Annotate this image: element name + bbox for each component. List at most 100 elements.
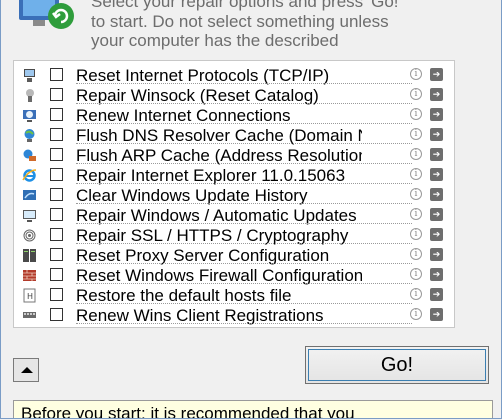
repair-item-label: Repair Windows / Automatic Updates: [76, 206, 357, 225]
repair-item-internet-explorer[interactable]: Repair Internet Explorer 11.0.15063 i ➔: [14, 165, 454, 185]
info-icon[interactable]: i: [410, 248, 422, 260]
repair-item-label: Flush ARP Cache (Address Resolution Prot…: [76, 146, 362, 165]
firewall-icon: [23, 270, 36, 281]
repair-item-flush-arp[interactable]: Flush ARP Cache (Address Resolution Prot…: [14, 145, 454, 165]
arrow-right-icon[interactable]: ➔: [430, 68, 443, 81]
checkbox[interactable]: [50, 308, 63, 321]
checkbox[interactable]: [50, 168, 63, 181]
triangle-up-icon: [21, 367, 33, 373]
info-icon[interactable]: i: [410, 288, 422, 300]
row-separator: [76, 203, 412, 204]
repair-item-flush-dns[interactable]: Flush DNS Resolver Cache (Domain Name Sy…: [14, 125, 454, 145]
checkbox[interactable]: [50, 268, 63, 281]
repair-item-ssl-https[interactable]: Repair SSL / HTTPS / Cryptography i ➔: [14, 225, 454, 245]
repair-item-label: Reset Internet Protocols (TCP/IP): [76, 66, 330, 85]
globe-monitor-icon: [23, 110, 36, 122]
collapse-button[interactable]: [13, 358, 39, 382]
info-icon[interactable]: i: [410, 148, 422, 160]
arrow-right-icon[interactable]: ➔: [430, 88, 443, 101]
arrow-right-icon[interactable]: ➔: [430, 208, 443, 221]
checkbox[interactable]: [50, 88, 63, 101]
repair-item-hosts-file[interactable]: H Restore the default hosts file i ➔: [14, 285, 454, 305]
arrow-right-icon[interactable]: ➔: [430, 108, 443, 121]
repair-item-label: Repair Winsock (Reset Catalog): [76, 86, 319, 105]
checkbox[interactable]: [50, 188, 63, 201]
row-separator: [76, 143, 412, 144]
repair-item-update-history[interactable]: Clear Windows Update History i ➔: [14, 185, 454, 205]
row-separator: [76, 103, 412, 104]
repair-item-label: Flush DNS Resolver Cache (Domain Name Sy…: [76, 126, 362, 145]
checkbox[interactable]: [50, 148, 63, 161]
row-separator: [76, 323, 412, 324]
internet-explorer-icon: [22, 169, 37, 182]
repair-item-label: Repair SSL / HTTPS / Cryptography: [76, 226, 349, 245]
arp-network-icon: [23, 149, 36, 161]
repair-item-label: Reset Windows Firewall Configuration: [76, 266, 362, 285]
repair-item-proxy[interactable]: Reset Proxy Server Configuration i ➔: [14, 245, 454, 265]
update-history-icon: [23, 190, 36, 200]
intro-text: Select your repair options and press 'Go…: [91, 0, 491, 51]
repair-item-wins-client[interactable]: Renew Wins Client Registrations i ➔: [14, 305, 454, 325]
focus-ring: [308, 349, 486, 381]
svg-text:H: H: [27, 292, 33, 301]
info-icon[interactable]: i: [410, 228, 422, 240]
go-button[interactable]: Go!: [305, 346, 489, 384]
arrow-right-icon[interactable]: ➔: [430, 288, 443, 301]
info-icon[interactable]: i: [410, 208, 422, 220]
hosts-file-icon: H: [23, 288, 36, 303]
repair-item-renew-connections[interactable]: Renew Internet Connections i ➔: [14, 105, 454, 125]
checkbox[interactable]: [50, 228, 63, 241]
checkbox[interactable]: [50, 128, 63, 141]
repair-options-list: Reset Internet Protocols (TCP/IP) i ➔ Re…: [13, 60, 455, 328]
arrow-right-icon[interactable]: ➔: [430, 128, 443, 141]
checkbox[interactable]: [50, 208, 63, 221]
wins-client-icon: [23, 312, 36, 318]
fingerprint-ssl-icon: [23, 229, 36, 242]
row-separator: [76, 283, 412, 284]
arrow-right-icon[interactable]: ➔: [430, 268, 443, 281]
row-separator: [76, 183, 412, 184]
checkbox[interactable]: [50, 108, 63, 121]
winsock-icon: [26, 89, 34, 102]
arrow-right-icon[interactable]: ➔: [430, 168, 443, 181]
checkbox[interactable]: [50, 288, 63, 301]
info-icon[interactable]: i: [410, 108, 422, 120]
repair-item-label: Restore the default hosts file: [76, 286, 292, 305]
dns-globe-icon: [24, 129, 35, 142]
arrow-right-icon[interactable]: ➔: [430, 188, 443, 201]
arrow-right-icon[interactable]: ➔: [430, 228, 443, 241]
intro-line-3: your computer has the described: [91, 31, 339, 50]
info-icon[interactable]: i: [410, 168, 422, 180]
row-separator: [76, 163, 412, 164]
arrow-right-icon[interactable]: ➔: [430, 148, 443, 161]
network-repair-app-icon: [19, 0, 74, 29]
info-icon[interactable]: i: [410, 268, 422, 280]
network-adapter-icon: [24, 69, 35, 82]
intro-line-2: to start. Do not select something unless: [91, 11, 389, 31]
arrow-right-icon[interactable]: ➔: [430, 248, 443, 261]
repair-item-windows-update[interactable]: Repair Windows / Automatic Updates i ➔: [14, 205, 454, 225]
repair-item-tcpip[interactable]: Reset Internet Protocols (TCP/IP) i ➔: [14, 65, 454, 85]
info-icon[interactable]: i: [410, 68, 422, 80]
notice-text: Before you start: it is recommended that…: [21, 404, 355, 419]
repair-item-label: Repair Internet Explorer 11.0.15063: [76, 166, 346, 185]
repair-item-label: Clear Windows Update History: [76, 186, 308, 205]
info-icon[interactable]: i: [410, 308, 422, 320]
repair-item-winsock[interactable]: Repair Winsock (Reset Catalog) i ➔: [14, 85, 454, 105]
info-icon[interactable]: i: [410, 188, 422, 200]
intro-line-1: Select your repair options and press 'Go…: [91, 0, 402, 11]
repair-item-firewall[interactable]: Reset Windows Firewall Configuration i ➔: [14, 265, 454, 285]
repair-item-label: Renew Wins Client Registrations: [76, 306, 324, 325]
info-icon[interactable]: i: [410, 128, 422, 140]
proxy-server-icon: [23, 249, 36, 262]
repair-item-label: Renew Internet Connections: [76, 106, 291, 125]
row-separator: [76, 243, 412, 244]
checkbox[interactable]: [50, 68, 63, 81]
arrow-right-icon[interactable]: ➔: [430, 308, 443, 321]
checkbox[interactable]: [50, 248, 63, 261]
info-icon[interactable]: i: [410, 88, 422, 100]
repair-window: Select your repair options and press 'Go…: [0, 0, 502, 419]
row-separator: [76, 83, 412, 84]
row-separator: [76, 303, 412, 304]
row-separator: [76, 223, 412, 224]
